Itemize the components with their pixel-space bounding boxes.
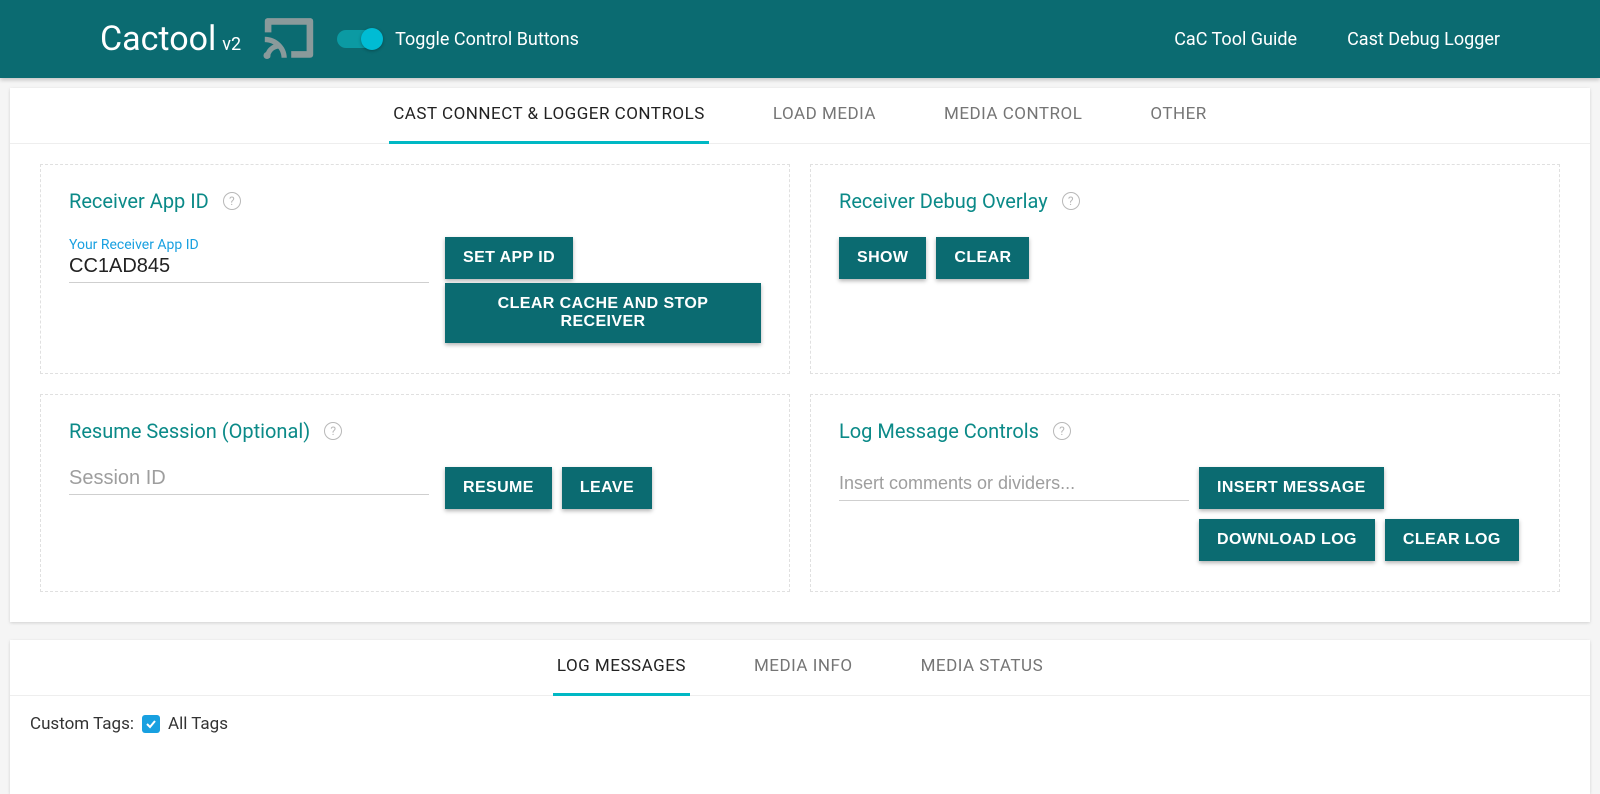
leave-button[interactable]: Leave bbox=[562, 467, 652, 509]
receiver-app-id-label: Your Receiver App ID bbox=[69, 237, 429, 253]
link-cast-debug-logger[interactable]: Cast Debug Logger bbox=[1347, 29, 1500, 50]
show-overlay-button[interactable]: Show bbox=[839, 237, 926, 279]
download-log-button[interactable]: Download Log bbox=[1199, 519, 1375, 561]
tab-media-status[interactable]: Media Status bbox=[917, 640, 1048, 696]
card-title-resume-session: Resume Session (Optional) bbox=[69, 419, 310, 443]
toggle-control-buttons-switch[interactable] bbox=[337, 30, 381, 48]
help-icon[interactable]: ? bbox=[1053, 422, 1071, 440]
help-icon[interactable]: ? bbox=[1062, 192, 1080, 210]
log-panel: Log Messages Media Info Media Status Cus… bbox=[10, 640, 1590, 794]
clear-overlay-button[interactable]: Clear bbox=[936, 237, 1029, 279]
tab-other[interactable]: Other bbox=[1146, 88, 1210, 144]
card-receiver-debug-overlay: Receiver Debug Overlay ? Show Clear bbox=[810, 164, 1560, 374]
tab-log-messages[interactable]: Log Messages bbox=[553, 640, 690, 696]
card-title-receiver-app-id: Receiver App ID bbox=[69, 189, 209, 213]
tab-media-control[interactable]: Media Control bbox=[940, 88, 1086, 144]
main-tabs: Cast Connect & Logger Controls Load Medi… bbox=[10, 88, 1590, 144]
help-icon[interactable]: ? bbox=[223, 192, 241, 210]
receiver-app-id-field: Your Receiver App ID bbox=[69, 237, 429, 283]
toggle-control-buttons: Toggle Control Buttons bbox=[337, 29, 579, 50]
custom-tags-row: Custom Tags: All Tags bbox=[10, 696, 1590, 794]
insert-message-button[interactable]: Insert Message bbox=[1199, 467, 1384, 509]
clear-cache-stop-receiver-button[interactable]: Clear Cache and Stop Receiver bbox=[445, 283, 761, 343]
cast-icon[interactable] bbox=[261, 17, 317, 61]
app-version: v2 bbox=[222, 34, 241, 55]
link-cac-tool-guide[interactable]: CaC Tool Guide bbox=[1174, 29, 1297, 50]
card-title-log-controls: Log Message Controls bbox=[839, 419, 1039, 443]
resume-button[interactable]: Resume bbox=[445, 467, 552, 509]
toggle-control-buttons-label: Toggle Control Buttons bbox=[395, 29, 579, 50]
app-header: Cactool v2 Toggle Control Buttons CaC To… bbox=[0, 0, 1600, 78]
help-icon[interactable]: ? bbox=[324, 422, 342, 440]
tab-cast-connect[interactable]: Cast Connect & Logger Controls bbox=[389, 88, 709, 144]
card-title-debug-overlay: Receiver Debug Overlay bbox=[839, 189, 1048, 213]
card-resume-session: Resume Session (Optional) ? Resume Leave bbox=[40, 394, 790, 592]
set-app-id-button[interactable]: Set App ID bbox=[445, 237, 573, 279]
all-tags-label: All Tags bbox=[168, 714, 228, 734]
log-message-input[interactable] bbox=[839, 467, 1189, 501]
log-tabs: Log Messages Media Info Media Status bbox=[10, 640, 1590, 696]
main-panel: Cast Connect & Logger Controls Load Medi… bbox=[10, 88, 1590, 622]
custom-tags-label: Custom Tags: bbox=[30, 714, 134, 734]
session-id-input[interactable] bbox=[69, 467, 429, 490]
card-receiver-app-id: Receiver App ID ? Your Receiver App ID S… bbox=[40, 164, 790, 374]
tab-media-info[interactable]: Media Info bbox=[750, 640, 857, 696]
app-name: Cactool bbox=[100, 19, 216, 59]
clear-log-button[interactable]: Clear Log bbox=[1385, 519, 1519, 561]
all-tags-checkbox[interactable] bbox=[142, 715, 160, 733]
receiver-app-id-input[interactable] bbox=[69, 255, 429, 278]
card-log-message-controls: Log Message Controls ? Insert Message Do… bbox=[810, 394, 1560, 592]
tab-load-media[interactable]: Load Media bbox=[769, 88, 880, 144]
app-title: Cactool v2 bbox=[100, 19, 241, 59]
